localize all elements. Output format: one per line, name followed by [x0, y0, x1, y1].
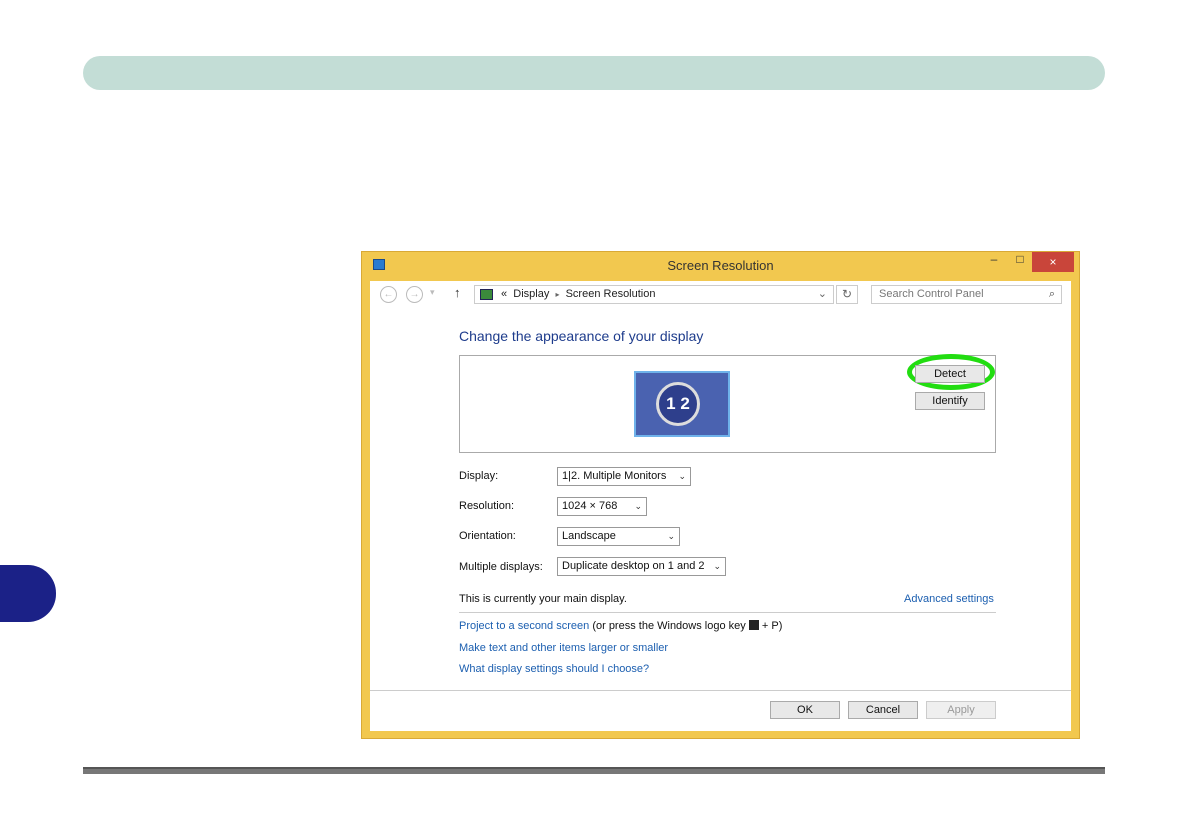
footer-divider: [370, 690, 1071, 691]
multiple-displays-select[interactable]: Duplicate desktop on 1 and 2 ⌄: [557, 557, 726, 576]
orientation-select[interactable]: Landscape ⌄: [557, 527, 680, 546]
breadcrumb-arrow-icon[interactable]: ▸: [555, 290, 559, 299]
window-title: Screen Resolution: [667, 258, 774, 273]
page-title: Change the appearance of your display: [459, 328, 704, 344]
search-input[interactable]: Search Control Panel ⌕: [871, 285, 1062, 304]
chevron-down-icon: ⌄: [678, 471, 686, 481]
project-hint-key: + P): [761, 620, 783, 632]
footer-rule: [83, 767, 1105, 774]
breadcrumb-overflow[interactable]: «: [501, 288, 507, 300]
display-select[interactable]: 1|2. Multiple Monitors ⌄: [557, 467, 691, 486]
resolution-select[interactable]: 1024 × 768 ⌄: [557, 497, 647, 516]
project-link[interactable]: Project to a second screen: [459, 620, 589, 632]
breadcrumb-display[interactable]: Display: [513, 288, 549, 300]
monitor-number: 1 2: [656, 382, 700, 426]
refresh-button[interactable]: ↻: [836, 285, 858, 304]
chevron-down-icon: ⌄: [634, 501, 642, 511]
recent-dropdown-icon[interactable]: ▾: [430, 287, 435, 298]
cancel-button[interactable]: Cancel: [848, 701, 918, 719]
project-hint: (or press the Windows logo key: [592, 620, 746, 632]
close-button[interactable]: ×: [1032, 252, 1074, 272]
divider: [459, 612, 996, 613]
address-dropdown-icon[interactable]: ⌄: [818, 286, 827, 303]
orientation-label: Orientation:: [459, 530, 516, 542]
windows-logo-icon: [748, 620, 759, 630]
chevron-down-icon: ⌄: [713, 561, 721, 571]
back-button[interactable]: ←: [380, 286, 397, 303]
screen-resolution-window: Screen Resolution – □ × ← → ▾ ↑ « Displa…: [361, 251, 1080, 739]
apply-button[interactable]: Apply: [926, 701, 996, 719]
monitor-preview: 1 2 Detect Identify: [459, 354, 996, 453]
display-label: Display:: [459, 470, 499, 482]
main-display-text: This is currently your main display.: [459, 593, 627, 605]
advanced-settings-link[interactable]: Advanced settings: [904, 593, 994, 605]
ok-button[interactable]: OK: [770, 701, 840, 719]
search-placeholder: Search Control Panel: [879, 288, 984, 300]
monitor-icon[interactable]: 1 2: [634, 371, 730, 437]
identify-button[interactable]: Identify: [915, 392, 985, 410]
chapter-tab: [0, 565, 56, 622]
address-bar[interactable]: « Display ▸ Screen Resolution ⌄: [474, 285, 834, 304]
breadcrumb-screen-resolution[interactable]: Screen Resolution: [566, 288, 656, 300]
search-icon[interactable]: ⌕: [1049, 286, 1055, 303]
navigation-bar: ← → ▾ ↑ « Display ▸ Screen Resolution ⌄ …: [370, 281, 1071, 307]
text-size-link[interactable]: Make text and other items larger or smal…: [459, 642, 668, 654]
detect-button[interactable]: Detect: [915, 365, 985, 383]
multiple-displays-label: Multiple displays:: [459, 561, 543, 573]
window-content: ← → ▾ ↑ « Display ▸ Screen Resolution ⌄ …: [370, 281, 1071, 731]
resolution-label: Resolution:: [459, 500, 515, 512]
display-help-link[interactable]: What display settings should I choose?: [459, 663, 649, 675]
minimize-button[interactable]: –: [982, 252, 1006, 272]
chevron-down-icon: ⌄: [667, 531, 675, 541]
maximize-button[interactable]: □: [1008, 252, 1032, 272]
forward-button[interactable]: →: [406, 286, 423, 303]
control-panel-icon: [480, 289, 493, 300]
page-header-bar: [83, 56, 1105, 90]
up-button[interactable]: ↑: [454, 285, 461, 300]
